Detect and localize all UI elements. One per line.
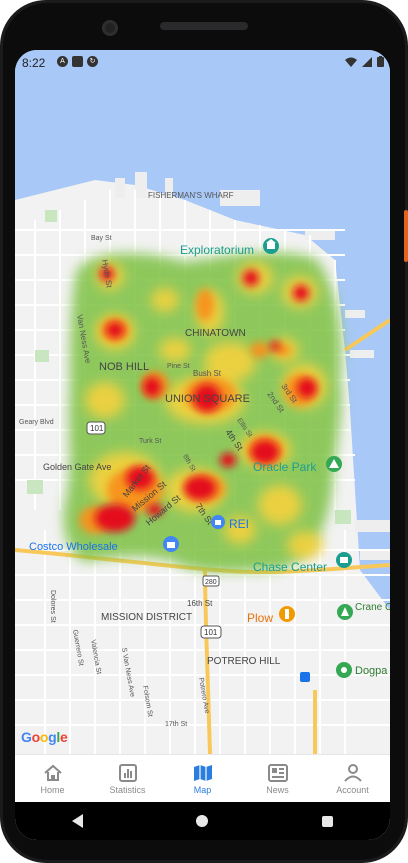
sd-card-icon bbox=[72, 56, 83, 67]
tab-label: Statistics bbox=[109, 784, 146, 795]
svg-text:101: 101 bbox=[204, 628, 218, 637]
tab-map[interactable]: Map bbox=[165, 755, 240, 803]
label-rei[interactable]: REI bbox=[229, 517, 249, 531]
hwy-101-shield-south: 101 bbox=[200, 625, 222, 639]
shopping-icon-rei[interactable] bbox=[211, 515, 225, 529]
battery-icon bbox=[377, 56, 384, 67]
label-potrero-hill: POTRERO HILL bbox=[207, 656, 281, 667]
label-bush-st: Bush St bbox=[193, 369, 222, 378]
label-dolores-st: Dolores St bbox=[49, 590, 56, 623]
tab-news[interactable]: News bbox=[240, 755, 315, 803]
hwy-280-shield: 280 bbox=[202, 575, 220, 587]
place-icon-dogpatch[interactable] bbox=[336, 662, 352, 678]
hwy-101-shield: 101 bbox=[86, 421, 106, 435]
status-time: 8:22 bbox=[22, 56, 46, 70]
label-17th-st: 17th St bbox=[165, 721, 187, 728]
back-icon[interactable] bbox=[71, 814, 83, 828]
svg-text:101: 101 bbox=[90, 424, 104, 433]
label-fishermans-wharf: FISHERMAN'S WHARF bbox=[148, 191, 234, 200]
arena-icon[interactable] bbox=[336, 552, 352, 568]
svg-text:280: 280 bbox=[205, 579, 217, 586]
label-exploratorium[interactable]: Exploratorium bbox=[180, 243, 254, 257]
tab-home[interactable]: Home bbox=[15, 755, 90, 803]
recents-icon[interactable] bbox=[322, 815, 334, 827]
statistics-icon bbox=[118, 763, 137, 782]
label-oracle-park[interactable]: Oracle Park bbox=[253, 460, 317, 474]
google-letter: G bbox=[21, 729, 32, 745]
label-plow[interactable]: Plow bbox=[247, 611, 273, 625]
power-button bbox=[404, 210, 408, 262]
google-letter: o bbox=[31, 729, 41, 745]
map-icon bbox=[193, 764, 212, 781]
tab-statistics[interactable]: Statistics bbox=[90, 755, 165, 803]
stadium-icon[interactable] bbox=[326, 456, 342, 472]
tab-label: News bbox=[266, 784, 289, 795]
tab-account[interactable]: Account bbox=[315, 755, 390, 803]
label-costco[interactable]: Costco Wholesale bbox=[29, 541, 118, 553]
label-bay-st: Bay St bbox=[91, 235, 112, 242]
label-chase-center[interactable]: Chase Center bbox=[253, 560, 327, 574]
google-logo: Google bbox=[21, 729, 68, 745]
sync-icon: ↻ bbox=[87, 56, 98, 67]
status-bar: 8:22 A ↻ bbox=[15, 50, 390, 76]
label-mission-district: MISSION DISTRICT bbox=[101, 612, 192, 623]
tab-label: Home bbox=[40, 784, 65, 795]
heatmap-map[interactable]: FISHERMAN'S WHARF Bay St Exploratorium C… bbox=[15, 50, 390, 754]
label-golden-gate-ave: Golden Gate Ave bbox=[43, 462, 111, 472]
signal-icon bbox=[362, 56, 372, 67]
label-dogpatch[interactable]: Dogpa bbox=[355, 665, 388, 677]
account-icon bbox=[343, 763, 362, 782]
shopping-icon-costco[interactable] bbox=[163, 536, 179, 552]
front-camera bbox=[102, 20, 118, 36]
label-union-square: UNION SQUARE bbox=[165, 393, 250, 405]
google-letter: e bbox=[59, 729, 68, 745]
label-chinatown: CHINATOWN bbox=[185, 328, 246, 339]
bottom-tab-bar: Home Statistics Map News Account bbox=[15, 754, 390, 803]
tab-label: Map bbox=[193, 784, 212, 795]
label-pine-st: Pine St bbox=[167, 363, 190, 370]
tab-label: Account bbox=[336, 784, 369, 795]
google-letter: o bbox=[39, 729, 49, 745]
label-16th-st: 16th St bbox=[187, 599, 213, 608]
system-nav-bar bbox=[15, 802, 390, 840]
museum-icon[interactable] bbox=[263, 238, 279, 254]
transit-icon[interactable] bbox=[300, 672, 310, 682]
app-screen: FISHERMAN'S WHARF Bay St Exploratorium C… bbox=[15, 50, 390, 840]
label-nob-hill: NOB HILL bbox=[99, 361, 149, 373]
speaker-grille bbox=[160, 22, 248, 30]
home-button-icon[interactable] bbox=[196, 815, 209, 827]
a-icon: A bbox=[57, 56, 68, 67]
news-icon bbox=[267, 763, 288, 782]
home-icon bbox=[43, 764, 62, 781]
label-turk-st: Turk St bbox=[139, 438, 161, 445]
label-geary-blvd: Geary Blvd bbox=[19, 419, 54, 426]
park-icon[interactable] bbox=[337, 604, 353, 620]
restaurant-icon[interactable] bbox=[279, 606, 295, 622]
wifi-icon bbox=[345, 57, 357, 67]
phone-frame: FISHERMAN'S WHARF Bay St Exploratorium C… bbox=[0, 0, 408, 863]
label-crane-cove[interactable]: Crane Cove P bbox=[355, 602, 390, 613]
